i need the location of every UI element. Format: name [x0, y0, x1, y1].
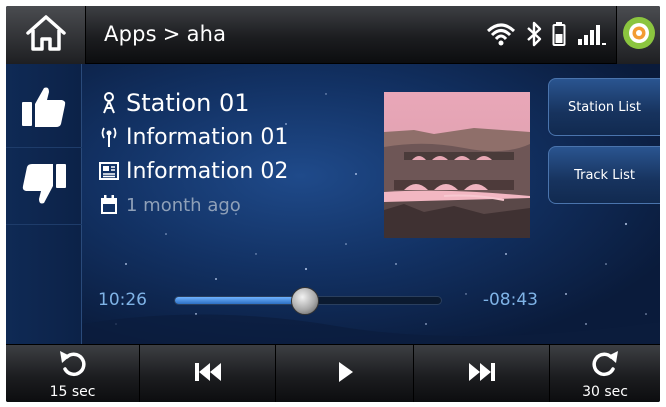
progress-fill: [175, 297, 306, 304]
breadcrumb-current: aha: [186, 22, 227, 46]
breadcrumb-separator: >: [162, 22, 181, 46]
elapsed-time: 10:26: [98, 290, 147, 310]
top-bar: Apps > aha: [6, 6, 660, 64]
status-icons: [486, 20, 608, 53]
progress-knob[interactable]: [291, 287, 320, 315]
station-antenna-icon: [96, 91, 122, 115]
aha-app-logo[interactable]: [616, 6, 660, 64]
rewind-arrow-icon: [57, 349, 89, 382]
age-row: 1 month ago: [96, 188, 288, 222]
progress-row: 10:26 -08:43: [98, 287, 538, 315]
home-button[interactable]: [6, 6, 86, 64]
thumbs-down-icon: [20, 161, 68, 212]
news-icon: [96, 161, 122, 181]
transport-controls: 15 sec 30 sec: [6, 344, 660, 402]
posted-age: 1 month ago: [126, 194, 241, 216]
information-01: Information 01: [126, 124, 289, 150]
breadcrumb: Apps > aha: [104, 22, 226, 46]
play-icon: [335, 360, 355, 389]
album-art: [384, 92, 530, 238]
now-playing-panel: Station 01 Information 01 Information 02…: [6, 64, 660, 344]
skip-forward-label: 30 sec: [582, 383, 628, 400]
broadcast-icon: [96, 126, 122, 148]
skip-back-label: 15 sec: [49, 383, 96, 400]
station-row: Station 01: [96, 86, 288, 120]
station-list-button[interactable]: Station List: [548, 78, 660, 136]
station-name: Station 01: [126, 89, 250, 117]
info1-row: Information 01: [96, 120, 288, 154]
calendar-icon: [96, 195, 122, 215]
wifi-icon: [486, 21, 516, 52]
next-track-button[interactable]: [414, 345, 550, 402]
previous-icon: [193, 361, 223, 388]
skip-forward-button[interactable]: 30 sec: [550, 345, 660, 402]
information-02: Information 02: [126, 158, 289, 184]
dislike-button[interactable]: [6, 149, 82, 225]
track-list-button[interactable]: Track List: [548, 146, 660, 204]
thumbs-up-icon: [20, 84, 68, 135]
head-unit-screen: Apps > aha Station 01 Information 01 Inf…: [6, 6, 660, 402]
rating-sidebar: [6, 64, 82, 344]
like-button[interactable]: [6, 72, 82, 148]
remaining-time: -08:43: [482, 290, 538, 310]
forward-arrow-icon: [589, 349, 621, 382]
aha-logo-icon: [622, 16, 656, 55]
next-icon: [467, 361, 497, 388]
battery-icon: [552, 21, 566, 52]
bluetooth-icon: [526, 20, 542, 53]
info2-row: Information 02: [96, 154, 288, 188]
track-metadata: Station 01 Information 01 Information 02…: [96, 86, 288, 222]
previous-track-button[interactable]: [140, 345, 276, 402]
progress-track[interactable]: [174, 287, 442, 315]
breadcrumb-parent[interactable]: Apps: [104, 22, 157, 46]
signal-icon: [576, 21, 608, 52]
skip-back-button[interactable]: 15 sec: [6, 345, 140, 402]
play-button[interactable]: [276, 345, 414, 402]
home-icon: [24, 13, 68, 58]
